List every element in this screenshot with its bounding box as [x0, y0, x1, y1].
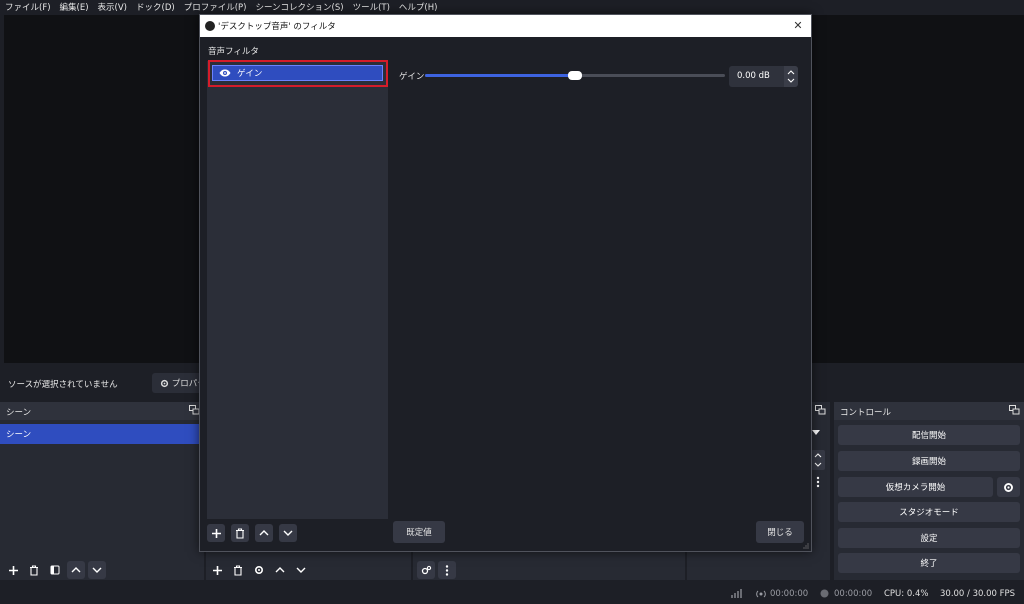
- duration-spinner[interactable]: [811, 450, 825, 470]
- chevron-up-icon: [71, 566, 81, 574]
- gain-slider-handle[interactable]: [568, 71, 582, 80]
- signal-bars-icon: [731, 589, 742, 598]
- gear-icon: [254, 565, 264, 575]
- record-time: 00:00:00: [834, 589, 873, 599]
- plus-icon: [211, 528, 222, 539]
- spin-arrows-icon: [784, 66, 798, 87]
- scene-toolbar: [4, 560, 109, 580]
- spin-arrows-icon: [811, 450, 825, 470]
- status-bar: 00:00:00 00:00:00 CPU: 0.4% 30.00 / 30.0…: [0, 584, 1024, 604]
- undock-icon[interactable]: [1009, 405, 1020, 415]
- filter-toolbar: [207, 524, 303, 542]
- menu-tools[interactable]: ツール(T): [353, 1, 390, 13]
- preview-canvas-right: [816, 15, 1024, 363]
- stream-time: 00:00:00: [770, 589, 809, 599]
- chevron-up-icon: [275, 566, 285, 574]
- fps-readout: 30.00 / 30.00 FPS: [940, 589, 1016, 599]
- remove-scene-button[interactable]: [25, 561, 43, 579]
- gain-slider-fill: [425, 74, 575, 77]
- audio-filters-label: 音声フィルタ: [208, 47, 259, 57]
- source-move-down-button[interactable]: [292, 561, 310, 579]
- gear-icon: [160, 379, 169, 388]
- menu-bar: ファイル(F) 編集(E) 表示(V) ドック(D) プロファイル(P) シーン…: [0, 0, 1024, 14]
- gain-value: 0.00 dB: [737, 71, 770, 81]
- filter-move-down-button[interactable]: [279, 524, 297, 542]
- settings-button[interactable]: 設定: [838, 528, 1020, 548]
- gears-icon: [421, 565, 432, 575]
- caret-down-icon: [812, 430, 820, 436]
- selection-highlight-box: [208, 60, 388, 87]
- gain-slider[interactable]: [425, 71, 725, 80]
- filter-move-up-button[interactable]: [255, 524, 273, 542]
- virtual-camera-settings-button[interactable]: [997, 477, 1020, 497]
- scene-move-up-button[interactable]: [67, 561, 85, 579]
- gain-value-spinbox[interactable]: 0.00 dB: [729, 66, 798, 87]
- controls-title: コントロール: [834, 402, 1024, 420]
- undock-icon[interactable]: [815, 405, 826, 415]
- add-scene-button[interactable]: [4, 561, 22, 579]
- kebab-icon: [816, 476, 820, 488]
- advanced-audio-button[interactable]: [417, 561, 435, 579]
- menu-edit[interactable]: 編集(E): [60, 1, 89, 13]
- gain-label: ゲイン: [399, 72, 425, 82]
- source-toolbar: [208, 560, 313, 580]
- chevron-down-icon: [92, 566, 102, 574]
- exit-button[interactable]: 終了: [838, 553, 1020, 573]
- resize-grip-icon[interactable]: [803, 543, 809, 549]
- gear-icon: [1003, 482, 1014, 493]
- start-record-button[interactable]: 録画開始: [838, 451, 1020, 471]
- spin-arrows[interactable]: [784, 66, 798, 87]
- kebab-icon: [445, 564, 449, 576]
- menu-dock[interactable]: ドック(D): [136, 1, 175, 13]
- chevron-up-icon: [259, 529, 269, 537]
- add-source-button[interactable]: [208, 561, 226, 579]
- scene-filters-button[interactable]: [46, 561, 64, 579]
- filters-dialog: 'デスクトップ音声' のフィルタ ✕ 音声フィルタ ゲイン ゲイン 0.00 d…: [199, 14, 812, 552]
- trash-icon: [29, 564, 39, 576]
- chevron-down-icon: [296, 566, 306, 574]
- record-status-icon: [820, 589, 829, 598]
- source-move-up-button[interactable]: [271, 561, 289, 579]
- transition-dropdown-arrow[interactable]: [812, 430, 820, 436]
- remove-source-button[interactable]: [229, 561, 247, 579]
- dialog-title-bar[interactable]: 'デスクトップ音声' のフィルタ ✕: [200, 15, 811, 37]
- source-properties-button[interactable]: [250, 561, 268, 579]
- filter-icon: [50, 565, 60, 575]
- plus-icon: [8, 565, 19, 576]
- chevron-down-icon: [283, 529, 293, 537]
- close-icon[interactable]: ✕: [791, 19, 805, 33]
- trash-icon: [233, 564, 243, 576]
- menu-view[interactable]: 表示(V): [98, 1, 127, 13]
- scenes-dock: シーン シーン: [0, 402, 204, 580]
- cpu-usage: CPU: 0.4%: [884, 589, 929, 599]
- trash-icon: [235, 527, 245, 539]
- stream-status-icon: [756, 590, 766, 598]
- start-stream-button[interactable]: 配信開始: [838, 425, 1020, 445]
- scene-move-down-button[interactable]: [88, 561, 106, 579]
- studio-mode-button[interactable]: スタジオモード: [838, 502, 1020, 522]
- obs-logo-icon: [205, 21, 215, 31]
- remove-filter-button[interactable]: [231, 524, 249, 542]
- scene-item[interactable]: シーン: [0, 424, 203, 444]
- menu-file[interactable]: ファイル(F): [5, 1, 51, 13]
- menu-profile[interactable]: プロファイル(P): [184, 1, 247, 13]
- menu-scene-collection[interactable]: シーンコレクション(S): [255, 1, 343, 13]
- add-filter-button[interactable]: [207, 524, 225, 542]
- transition-menu-button[interactable]: [816, 476, 820, 488]
- close-button[interactable]: 閉じる: [756, 521, 804, 543]
- defaults-button[interactable]: 既定値: [393, 521, 445, 543]
- no-source-message: ソースが選択されていません: [8, 380, 118, 390]
- menu-help[interactable]: ヘルプ(H): [399, 1, 438, 13]
- mixer-toolbar: [417, 560, 459, 580]
- dialog-title: 'デスクトップ音声' のフィルタ: [218, 22, 336, 32]
- plus-icon: [212, 565, 223, 576]
- start-virtual-camera-button[interactable]: 仮想カメラ開始: [838, 477, 993, 497]
- scenes-title: シーン: [0, 402, 204, 420]
- filter-list: ゲイン: [207, 61, 388, 519]
- mixer-menu-button[interactable]: [438, 561, 456, 579]
